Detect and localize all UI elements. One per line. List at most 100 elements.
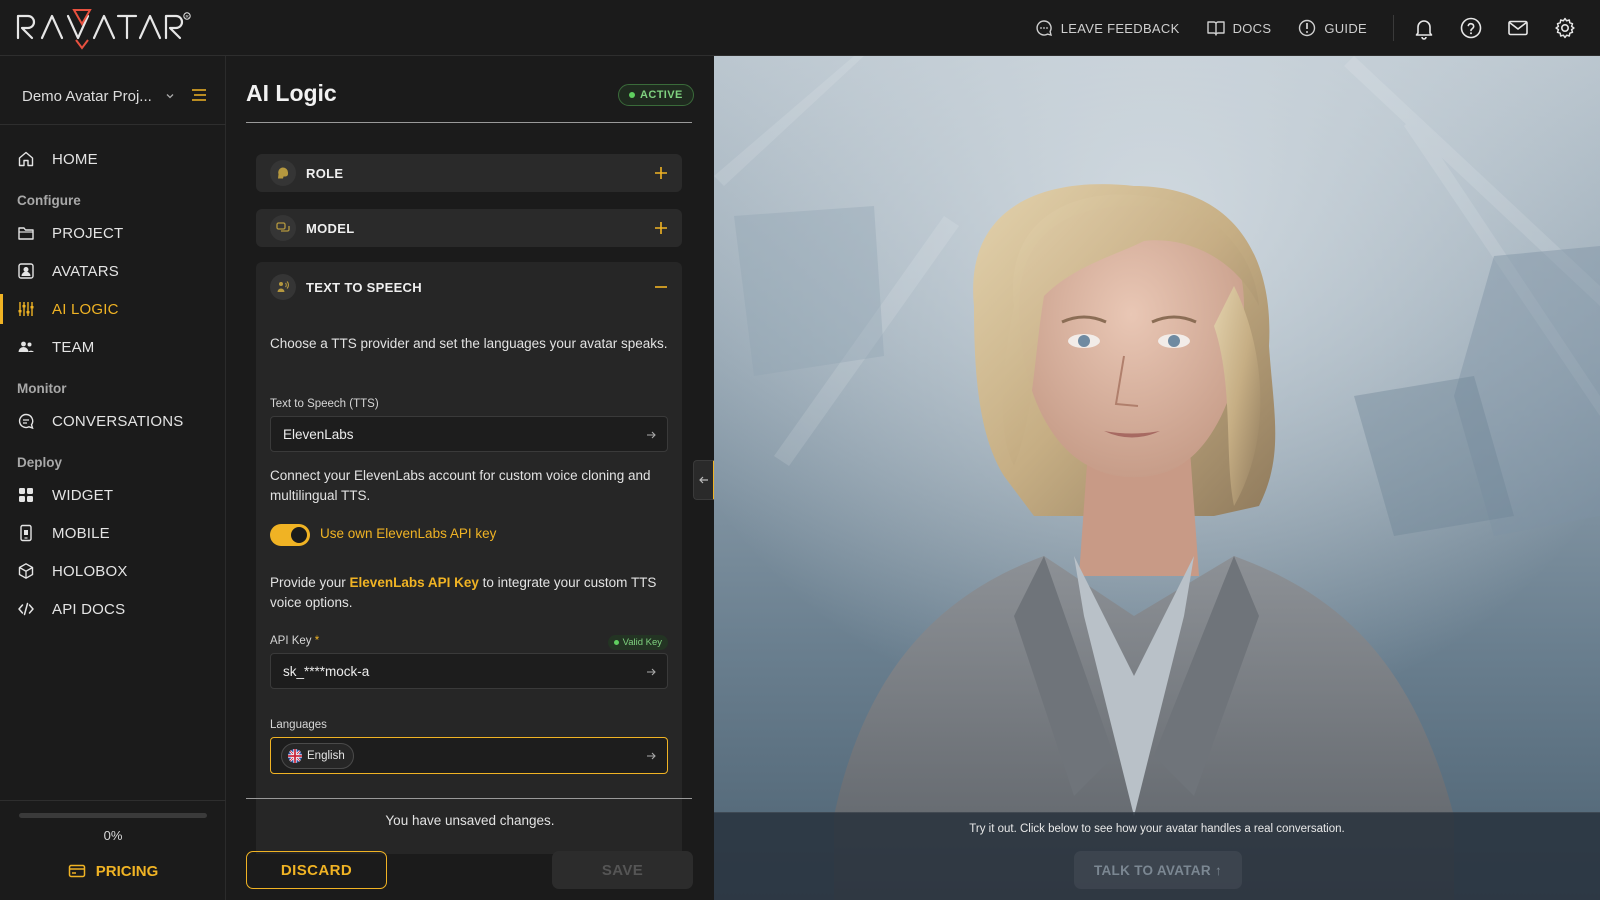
widget-grid-icon (19, 488, 33, 502)
help-icon (1460, 17, 1482, 39)
model-accordion[interactable]: MODEL (256, 209, 682, 247)
api-key-input[interactable]: sk_****mock-a (270, 653, 668, 689)
settings-scroll-area[interactable]: ROLE MODEL TEXT TO SPEECH Choose a TTS p… (226, 146, 714, 854)
languages-label: Languages (270, 719, 327, 731)
chat-icon (18, 413, 34, 430)
tts-label: TEXT TO SPEECH (306, 279, 422, 295)
sidebar-nav: HOME Configure PROJECT AVATARS AI LOGIC … (0, 140, 226, 628)
section-deploy: Deploy (17, 455, 63, 470)
language-chip-english[interactable]: English (281, 742, 354, 769)
model-icon-wrap (270, 215, 296, 241)
pricing-button[interactable]: PRICING (0, 856, 226, 886)
tts-header[interactable]: TEXT TO SPEECH (270, 268, 422, 306)
sidebar-item-label: API DOCS (52, 600, 126, 618)
logo-mark: R (16, 9, 191, 50)
home-icon (18, 151, 34, 167)
provider-label: Text to Speech (TTS) (270, 398, 379, 410)
sidebar-item-label: CONVERSATIONS (52, 412, 184, 430)
sidebar-item-api-docs[interactable]: API DOCS (0, 590, 226, 628)
collapse-panel-button[interactable] (693, 460, 715, 500)
guide-button[interactable]: GUIDE (1297, 18, 1367, 38)
usage-progress-bar (19, 813, 207, 818)
plus-icon[interactable] (652, 219, 670, 237)
footer-divider (246, 798, 692, 799)
tts-provider-select[interactable]: ElevenLabs (270, 416, 668, 452)
book-icon (1206, 21, 1225, 36)
help-button[interactable] (1459, 16, 1483, 40)
project-name: Demo Avatar Proj... (22, 87, 152, 105)
valid-dot (613, 640, 619, 645)
talk-to-avatar-button[interactable]: TALK TO AVATAR ↑ (1074, 851, 1242, 889)
avatar-icon (18, 263, 34, 279)
page-title: AI Logic (246, 80, 337, 106)
sidebar-item-avatars[interactable]: AVATARS (0, 252, 226, 290)
avatar-scene (714, 56, 1600, 900)
notifications-button[interactable] (1412, 16, 1436, 40)
api-key-value: sk_****mock-a (283, 663, 370, 679)
elevenlabs-api-key-link[interactable]: ElevenLabs API Key (350, 575, 479, 590)
languages-select[interactable]: English (270, 737, 668, 774)
sidebar-item-team[interactable]: TEAM (0, 328, 226, 366)
sidebar-item-mobile[interactable]: MOBILE (0, 514, 226, 552)
api-key-label-text: API Key (270, 635, 312, 647)
own-api-key-label: Use own ElevenLabs API key (320, 526, 497, 541)
messages-button[interactable] (1506, 16, 1530, 40)
sidebar-item-label: AI LOGIC (52, 300, 119, 318)
sidebar-item-holobox[interactable]: HOLOBOX (0, 552, 226, 590)
language-chip-label: English (307, 749, 345, 762)
sidebar-item-widget[interactable]: WIDGET (0, 476, 226, 514)
sidebar-item-ai-logic[interactable]: AI LOGIC (0, 290, 226, 328)
avatar-preview: Try it out. Click below to see how your … (714, 56, 1600, 900)
menu-icon[interactable] (190, 86, 208, 104)
settings-button[interactable] (1553, 16, 1577, 40)
provider-value: ElevenLabs (283, 426, 354, 442)
valid-key-badge: Valid Key (607, 635, 668, 650)
chat-bubbles-icon (276, 222, 290, 232)
uk-flag-icon (288, 748, 302, 763)
sidebar-item-project[interactable]: PROJECT (0, 214, 226, 252)
head-profile-icon (278, 167, 288, 179)
model-label: MODEL (306, 220, 355, 236)
sidebar-item-label: PROJECT (52, 224, 124, 242)
plus-icon[interactable] (652, 164, 670, 182)
top-bar: R LEAVE FEEDBACK DOCS GUIDE (0, 0, 1600, 56)
sidebar-item-label: HOME (52, 150, 98, 168)
topnav-divider (1393, 15, 1394, 41)
toggle-knob (291, 527, 307, 543)
cube-icon (18, 563, 34, 579)
leave-feedback-label: LEAVE FEEDBACK (1060, 20, 1180, 36)
sidebar-divider (0, 124, 226, 125)
role-icon-wrap (270, 160, 296, 186)
sidebar-item-home[interactable]: HOME (0, 140, 226, 178)
mobile-icon (20, 524, 32, 542)
status-badge: ACTIVE (618, 84, 694, 106)
minus-icon[interactable] (652, 278, 670, 296)
status-label: ACTIVE (640, 89, 683, 101)
leave-feedback-button[interactable]: LEAVE FEEDBACK (1034, 18, 1180, 38)
sidebar-item-label: TEAM (52, 338, 95, 356)
speaking-icon (277, 281, 289, 292)
discard-button[interactable]: DISCARD (246, 851, 387, 889)
project-selector[interactable]: Demo Avatar Proj... (22, 80, 212, 112)
section-configure: Configure (17, 193, 81, 208)
own-api-key-toggle[interactable] (270, 524, 310, 546)
api-key-label: API Key * (270, 635, 319, 647)
save-button[interactable]: SAVE (552, 851, 693, 889)
sidebar-bottom-divider (0, 800, 226, 801)
required-mark: * (314, 635, 320, 647)
provide-key-text: Provide your ElevenLabs API Key to integ… (270, 573, 670, 612)
role-accordion[interactable]: ROLE (256, 154, 682, 192)
sidebar-item-label: HOLOBOX (52, 562, 128, 580)
arrow-right-icon (647, 752, 656, 760)
tts-intro-text: Choose a TTS provider and set the langua… (270, 336, 668, 351)
sliders-icon (18, 302, 34, 316)
ravatar-logo[interactable]: R (16, 8, 228, 50)
sidebar: Demo Avatar Proj... HOME Configure PROJE… (0, 56, 226, 900)
docs-button[interactable]: DOCS (1206, 18, 1272, 38)
chevron-down-icon (166, 94, 174, 99)
team-icon (18, 341, 34, 352)
try-it-hint: Try it out. Click below to see how your … (969, 823, 1345, 835)
sidebar-item-conversations[interactable]: CONVERSATIONS (0, 402, 226, 440)
provide-key-prefix: Provide your (270, 575, 350, 590)
code-icon (18, 602, 34, 616)
